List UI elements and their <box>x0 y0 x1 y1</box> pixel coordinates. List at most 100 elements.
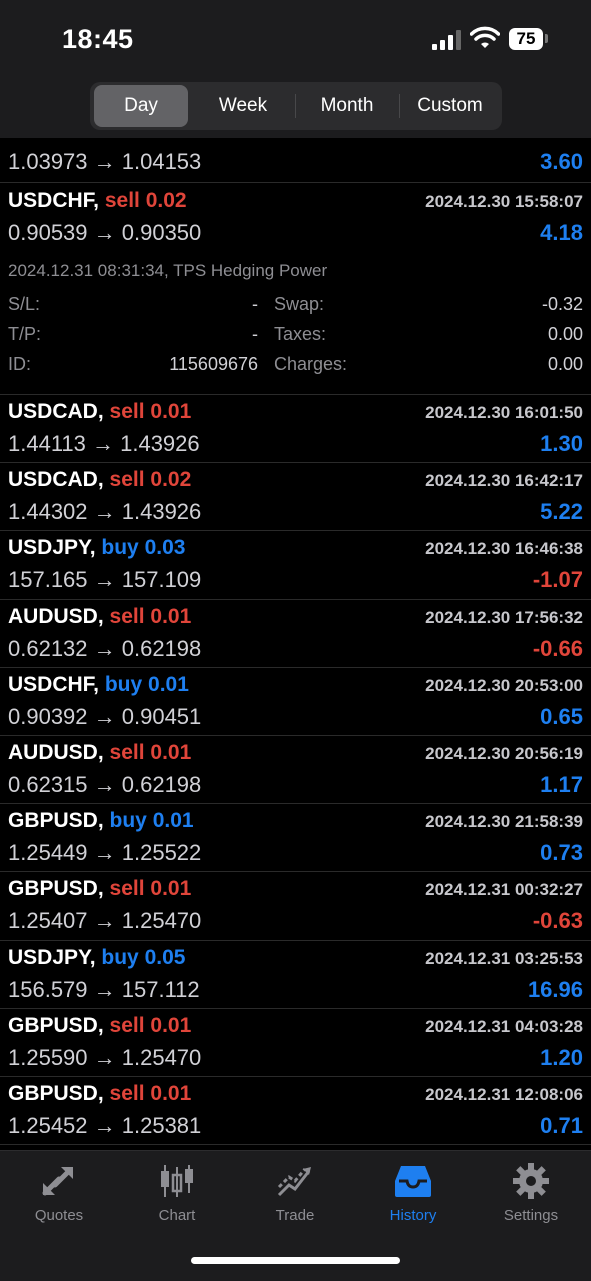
nav-label: Settings <box>503 1207 559 1224</box>
trade-profit: 4.18 <box>540 220 583 245</box>
trade-symbol: USDJPY, buy 0.03 <box>8 536 185 560</box>
trade-side: sell <box>109 741 145 764</box>
id-value: 115609676 <box>169 354 258 374</box>
nav-quotes[interactable]: Quotes <box>0 1163 118 1224</box>
trade-row[interactable]: USDJPY, buy 0.05 2024.12.31 03:25:53 156.5… <box>0 941 591 1009</box>
trade-symbol: USDCHF, buy 0.01 <box>8 673 189 697</box>
trade-prices: 156.579 → 157.112 <box>8 976 200 1002</box>
symbol-text: USDCHF, <box>8 672 100 696</box>
segment-divider <box>399 94 400 118</box>
trade-row[interactable]: GBPUSD, sell 0.01 2024.12.31 04:03:28 1.25… <box>0 1009 591 1077</box>
trade-profit: -1.07 <box>532 567 583 593</box>
trade-row[interactable]: USDJPY, buy 0.03 2024.12.30 16:46:38 157.1… <box>0 531 591 600</box>
trade-volume: 0.01 <box>150 877 192 901</box>
trade-datetime: 2024.12.31 12:08:06 <box>425 1085 583 1104</box>
trade-prices: 1.25590 → 1.25470 <box>8 1044 202 1070</box>
symbol-text: AUDUSD, <box>8 741 104 764</box>
symbol-text: USDCHF, <box>8 189 100 212</box>
trade-profit: 0.71 <box>540 1113 583 1138</box>
trade-row[interactable]: AUDUSD, sell 0.01 2024.12.30 17:56:32 0.62… <box>0 600 591 668</box>
trade-side: sell <box>109 1013 145 1037</box>
trade-profit: 16.96 <box>527 976 583 1002</box>
trade-profit: 3.60 <box>540 149 583 174</box>
trade-side: sell <box>104 189 140 212</box>
trade-datetime: 2024.12.30 16:46:38 <box>425 539 583 559</box>
trade-detail-header: 2024.12.31 08:31:34, TPS Hedging Power <box>8 261 328 280</box>
trade-prices: 1.03973 → 1.04153 <box>8 149 202 174</box>
period-selector-bar: Day Week Month Custom <box>0 80 591 138</box>
trade-symbol: USDCHF, sell 0.02 <box>8 189 187 213</box>
trade-side: sell <box>109 1082 145 1105</box>
nav-chart[interactable]: Chart <box>118 1163 236 1224</box>
trade-symbol: AUDUSD, sell 0.01 <box>8 605 191 629</box>
trade-side: buy <box>101 536 139 560</box>
nav-history[interactable]: History <box>354 1163 472 1224</box>
trade-profit: 0.73 <box>540 840 583 866</box>
symbol-text: GBPUSD, <box>8 1082 104 1105</box>
trade-profit: 0.65 <box>540 703 583 729</box>
trade-symbol: AUDUSD, sell 0.01 <box>8 741 191 765</box>
trade-datetime: 2024.12.30 16:01:50 <box>425 403 583 422</box>
symbol-text: AUDUSD, <box>8 604 104 628</box>
tab-week[interactable]: Week <box>193 85 293 127</box>
tab-day[interactable]: Day <box>94 85 188 127</box>
trade-row[interactable]: AUDUSD, sell 0.01 2024.12.30 20:56:19 0.62… <box>0 736 591 805</box>
trade-side: sell <box>109 877 145 901</box>
trade-row-partial[interactable]: 1.03973 → 1.04153 3.60 <box>0 138 591 183</box>
trade-datetime: 2024.12.30 20:56:19 <box>425 744 583 763</box>
clock: 18:45 <box>62 24 134 54</box>
trade-volume: 0.01 <box>152 809 194 833</box>
trade-side: sell <box>109 604 145 628</box>
sl-value: - <box>252 294 258 314</box>
trade-symbol: GBPUSD, sell 0.01 <box>8 1082 191 1106</box>
trade-profit: 1.30 <box>540 431 583 456</box>
trade-prices: 0.90392 → 0.90451 <box>8 703 202 729</box>
trade-volume: 0.01 <box>150 1082 192 1105</box>
nav-label: Quotes <box>34 1207 84 1224</box>
trade-icon <box>277 1167 311 1197</box>
history-icon <box>395 1166 431 1197</box>
nav-label: History <box>389 1207 437 1224</box>
taxes-label: Taxes: <box>274 324 327 344</box>
trade-volume: 0.01 <box>148 672 189 696</box>
trade-symbol: GBPUSD, sell 0.01 <box>8 1014 191 1038</box>
trade-prices: 1.25449 → 1.25522 <box>8 840 202 866</box>
trade-row[interactable]: GBPUSD, buy 0.01 2024.12.30 21:58:39 1.254… <box>0 804 591 873</box>
trade-prices: 157.165 → 157.109 <box>8 567 202 593</box>
trade-prices: 0.62315 → 0.62198 <box>8 772 202 797</box>
trade-symbol: USDCAD, sell 0.02 <box>8 468 191 492</box>
battery-icon: 75 <box>509 28 543 50</box>
trade-row[interactable]: USDCHF, buy 0.01 2024.12.30 20:53:00 0.903… <box>0 668 591 736</box>
trade-side: buy <box>101 945 139 969</box>
trade-volume: 0.05 <box>144 945 186 969</box>
tp-label: T/P: <box>8 324 42 344</box>
trade-profit: 1.17 <box>540 772 583 797</box>
trade-history-list[interactable]: 1.03973 → 1.04153 3.60 USDCHF, sell 0.02… <box>0 138 591 1148</box>
segment-divider <box>295 94 296 118</box>
symbol-text: USDJPY, <box>8 945 96 969</box>
trade-symbol: GBPUSD, buy 0.01 <box>8 809 194 833</box>
trade-row[interactable]: GBPUSD, sell 0.01 2024.12.31 12:08:06 1.25… <box>0 1077 591 1146</box>
trade-prices: 1.44302 → 1.43926 <box>8 499 202 525</box>
tab-month[interactable]: Month <box>297 85 397 127</box>
taxes-value: 0.00 <box>547 324 583 344</box>
sl-label: S/L: <box>8 294 41 314</box>
symbol-text: USDCAD, <box>8 400 104 423</box>
tab-custom[interactable]: Custom <box>401 85 499 127</box>
settings-icon <box>513 1163 549 1199</box>
trade-side: buy <box>109 809 147 833</box>
nav-settings[interactable]: Settings <box>472 1163 590 1224</box>
trade-row[interactable]: USDCAD, sell 0.02 2024.12.30 16:42:17 1.44… <box>0 463 591 532</box>
trade-row[interactable]: USDCAD, sell 0.01 2024.12.30 16:01:50 1.44… <box>0 395 591 464</box>
trade-prices: 0.90539 → 0.90350 <box>8 220 202 245</box>
trade-volume: 0.01 <box>150 1013 192 1037</box>
trade-row-expanded[interactable]: USDCHF, sell 0.02 2024.12.30 15:58:07 0.… <box>0 183 591 395</box>
trade-datetime: 2024.12.30 21:58:39 <box>425 812 583 832</box>
trade-volume: 0.02 <box>150 468 192 492</box>
home-indicator[interactable] <box>191 1257 400 1264</box>
period-segmented-control: Day Week Month Custom <box>90 82 502 130</box>
nav-trade[interactable]: Trade <box>236 1163 354 1224</box>
trade-row[interactable]: GBPUSD, sell 0.01 2024.12.31 00:32:27 1.25… <box>0 872 591 941</box>
trade-prices: 1.44113 → 1.43926 <box>8 431 200 456</box>
symbol-text: USDJPY, <box>8 536 96 560</box>
